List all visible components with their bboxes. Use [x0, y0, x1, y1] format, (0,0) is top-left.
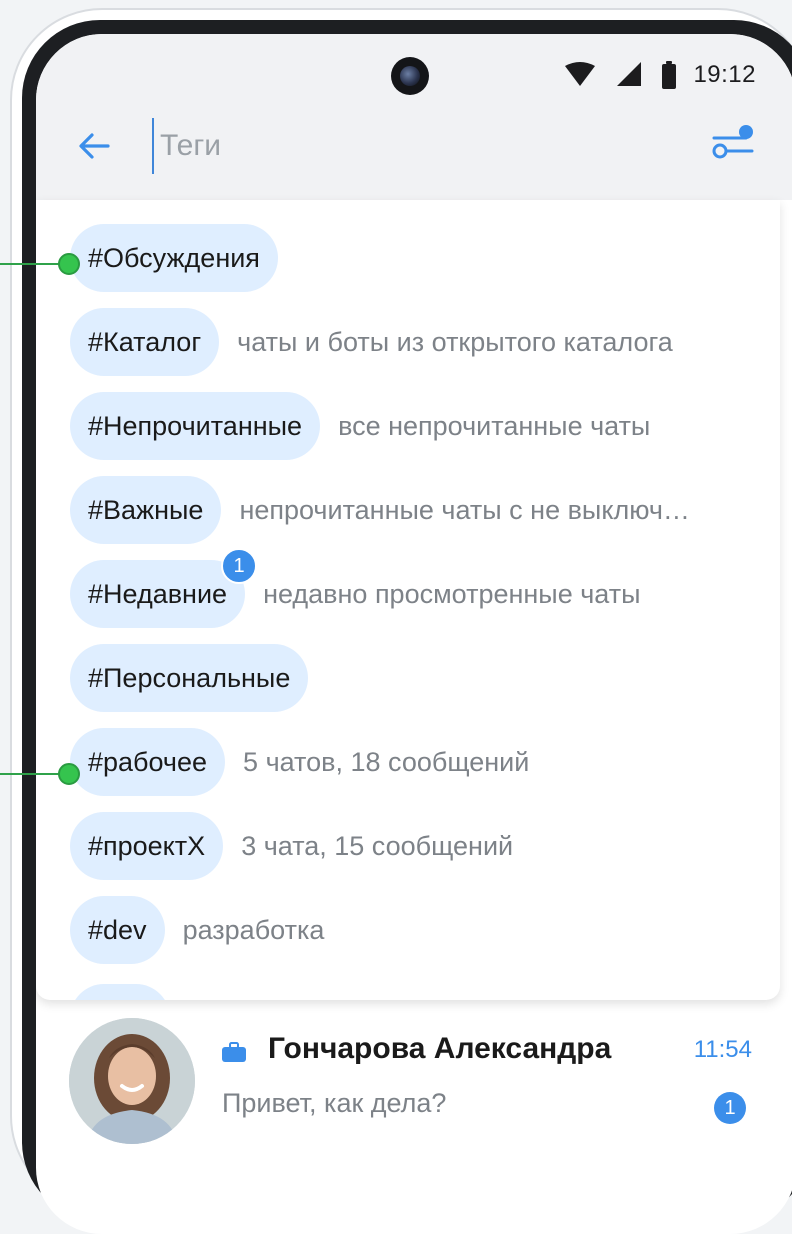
- back-arrow-icon[interactable]: [76, 128, 112, 164]
- avatar-photo: [69, 1018, 195, 1144]
- tag-description: разработка: [182, 914, 325, 945]
- tag-row[interactable]: #рабочее 5 чатов, 18 сообщений: [70, 728, 529, 796]
- tag-chip[interactable]: #рабочее: [70, 728, 226, 796]
- briefcase-icon: [222, 1042, 246, 1062]
- tag-chip-label: #Недавние: [88, 578, 228, 609]
- chat-title: Гончарова Александра: [268, 1032, 612, 1065]
- tag-chip[interactable]: #Недавние 1: [70, 548, 258, 628]
- tag-chip-partial[interactable]: [70, 984, 170, 1000]
- unread-count-badge: 1: [714, 1092, 746, 1124]
- tag-row[interactable]: #Обсуждения: [70, 224, 278, 292]
- annotation-dot: [58, 253, 80, 275]
- tag-chip[interactable]: #Обсуждения: [70, 224, 278, 292]
- tag-chip[interactable]: #dev: [70, 896, 165, 964]
- tag-row[interactable]: #Персональные: [70, 644, 309, 712]
- phone-screen: 19:12 #Обсуждения #Каталог чаты и боты и…: [36, 34, 792, 1234]
- tag-row[interactable]: #Непрочитанные все непрочитанные чаты: [70, 392, 650, 460]
- search-bar: [36, 114, 792, 178]
- wifi-icon: [565, 62, 596, 86]
- tag-description: чаты и боты из открытого каталога: [237, 326, 673, 357]
- avatar: [69, 1018, 195, 1144]
- text-cursor: [152, 118, 154, 174]
- tag-row[interactable]: #Недавние 1 недавно просмотренные чаты: [70, 548, 641, 628]
- unread-badge: 1: [221, 548, 258, 584]
- annotation-line: [0, 773, 66, 775]
- tag-chip[interactable]: #проектХ: [70, 812, 224, 880]
- front-camera: [391, 57, 429, 95]
- tag-search-input[interactable]: [160, 124, 580, 168]
- chat-message-preview: Привет, как дела?: [222, 1088, 447, 1118]
- battery-icon: [662, 61, 677, 89]
- tag-description: 3 чата, 15 сообщений: [241, 830, 514, 861]
- tag-chip[interactable]: #Каталог: [70, 308, 220, 376]
- tag-row[interactable]: #проектХ 3 чата, 15 сообщений: [70, 812, 513, 880]
- chat-list-item[interactable]: Гончарова Александра 11:54 Привет, как д…: [36, 1018, 792, 1148]
- tag-description: недавно просмотренные чаты: [263, 578, 641, 609]
- tag-suggestions-list: #Обсуждения #Каталог чаты и боты из откр…: [36, 200, 780, 1000]
- signal-icon: [617, 62, 642, 86]
- tag-description: непрочитанные чаты с не выключ…: [239, 494, 690, 525]
- tag-row[interactable]: #Важные непрочитанные чаты с не выключ…: [70, 476, 690, 544]
- chat-timestamp: 11:54: [693, 1036, 752, 1063]
- status-bar: 19:12: [565, 58, 756, 92]
- tag-description: 5 чатов, 18 сообщений: [243, 746, 530, 777]
- annotation-dot: [58, 763, 80, 785]
- tag-chip[interactable]: #Важные: [70, 476, 222, 544]
- filter-settings-icon[interactable]: [708, 120, 756, 168]
- tag-chip[interactable]: #Непрочитанные: [70, 392, 321, 460]
- tag-row[interactable]: #dev разработка: [70, 896, 324, 964]
- annotation-line: [0, 263, 66, 265]
- tag-chip[interactable]: #Персональные: [70, 644, 309, 712]
- app-header: 19:12: [36, 34, 792, 200]
- tag-description: все непрочитанные чаты: [338, 410, 651, 441]
- status-time: 19:12: [693, 61, 756, 88]
- tag-row[interactable]: #Каталог чаты и боты из открытого катало…: [70, 308, 673, 376]
